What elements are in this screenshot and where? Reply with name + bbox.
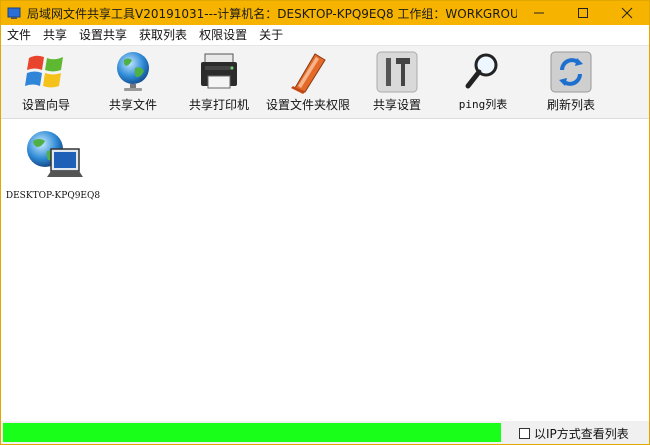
tool-label: ping列表 — [458, 98, 508, 111]
setup-wizard-button[interactable]: 设置向导 — [15, 48, 77, 116]
close-button[interactable] — [605, 1, 649, 25]
close-icon — [621, 7, 633, 19]
share-settings-button[interactable]: 共享设置 — [369, 48, 425, 116]
progress-bar — [3, 423, 501, 442]
menu-about[interactable]: 关于 — [253, 25, 289, 45]
refresh-list-button[interactable]: 刷新列表 — [541, 48, 601, 116]
menu-permission[interactable]: 权限设置 — [193, 25, 253, 45]
magnifier-icon — [465, 53, 498, 89]
folder-book-icon — [291, 53, 326, 94]
menu-set-share[interactable]: 设置共享 — [73, 25, 133, 45]
tool-label: 共享设置 — [372, 98, 421, 112]
progress-fill — [3, 423, 501, 442]
app-window: 局域网文件共享工具V20191031---计算机名：DESKTOP-KPQ9EQ… — [0, 0, 650, 445]
minimize-button[interactable] — [517, 1, 561, 25]
title-bar[interactable]: 局域网文件共享工具V20191031---计算机名：DESKTOP-KPQ9EQ… — [1, 1, 649, 25]
app-icon — [7, 7, 21, 19]
toolbar: 设置向导 共享文件 共享打印机 设置文件夹权限 共享设置 ping列表 刷新列表 — [1, 46, 649, 119]
globe-icon — [117, 52, 149, 91]
tool-label: 设置向导 — [21, 98, 70, 112]
refresh-icon — [550, 51, 592, 93]
host-item[interactable]: DESKTOP-KPQ9EQ8 — [5, 125, 101, 201]
host-name: DESKTOP-KPQ9EQ8 — [5, 191, 101, 201]
menu-share[interactable]: 共享 — [37, 25, 73, 45]
ip-view-label: 以IP方式查看列表 — [534, 427, 629, 441]
window-title: 局域网文件共享工具V20191031---计算机名：DESKTOP-KPQ9EQ… — [27, 6, 517, 21]
status-bar: 以IP方式查看列表 — [1, 421, 649, 444]
menu-file[interactable]: 文件 — [1, 25, 37, 45]
tool-label: 共享文件 — [108, 98, 157, 112]
ping-list-button[interactable]: ping列表 — [453, 48, 513, 116]
tool-label: 刷新列表 — [546, 98, 595, 112]
ip-view-checkbox[interactable]: 以IP方式查看列表 — [519, 425, 629, 442]
windows-flag-icon — [25, 55, 63, 88]
maximize-button[interactable] — [561, 1, 605, 25]
menu-get-list[interactable]: 获取列表 — [133, 25, 193, 45]
folder-permission-button[interactable]: 设置文件夹权限 — [263, 48, 353, 116]
tool-label: 共享打印机 — [188, 98, 249, 112]
minimize-icon — [534, 12, 544, 14]
maximize-icon — [578, 8, 588, 18]
tool-label: 设置文件夹权限 — [265, 98, 350, 112]
menu-bar: 文件 共享 设置共享 获取列表 权限设置 关于 — [1, 25, 649, 46]
share-files-button[interactable]: 共享文件 — [105, 48, 161, 116]
checkbox-box[interactable] — [519, 428, 530, 439]
tools-icon — [376, 51, 418, 93]
printer-icon — [201, 53, 237, 89]
network-computer-icon — [27, 131, 83, 177]
host-list[interactable]: DESKTOP-KPQ9EQ8 — [1, 119, 649, 421]
share-printer-button[interactable]: 共享打印机 — [187, 48, 251, 116]
